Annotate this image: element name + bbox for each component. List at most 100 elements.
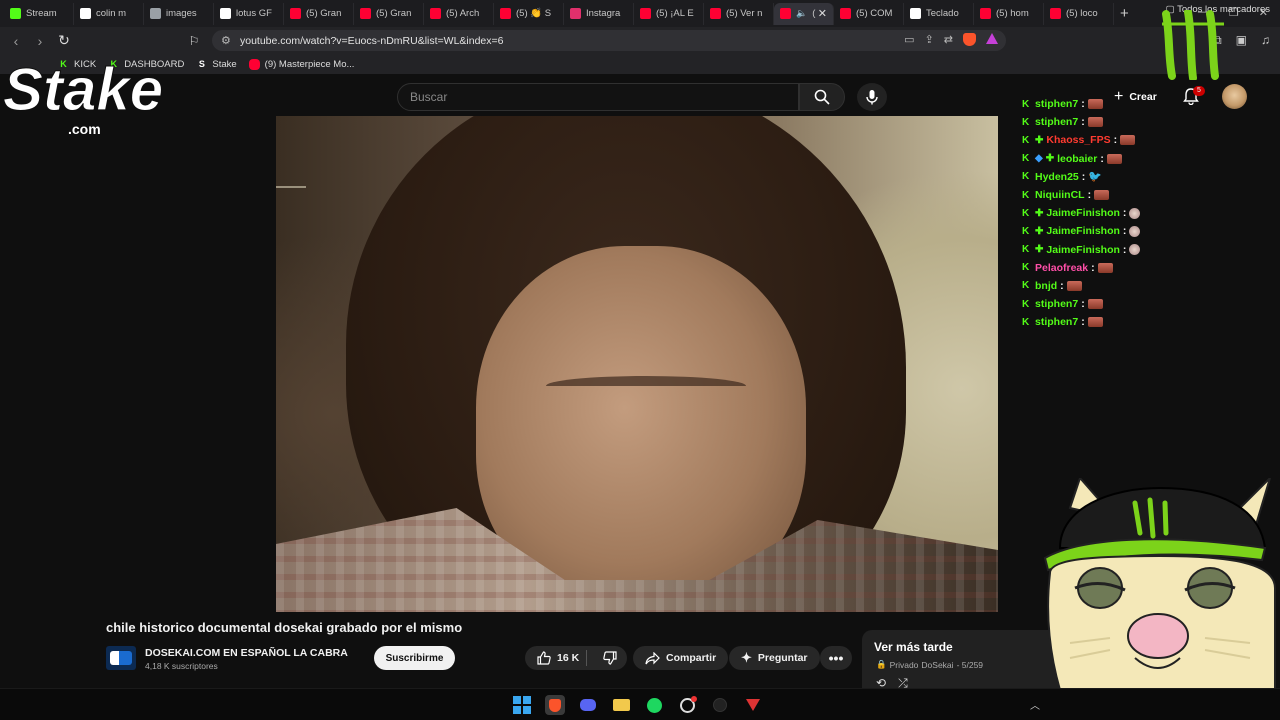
forward-icon[interactable]: › — [28, 33, 52, 49]
kick-icon: K — [1022, 153, 1030, 165]
subscriber-count: 4,18 K suscriptores — [145, 661, 218, 671]
chat-emote-icon — [1087, 117, 1103, 128]
playlist-title[interactable]: Ver más tarde — [874, 640, 953, 654]
brave-shields-icon[interactable] — [963, 33, 976, 46]
chat-separator: : — [1081, 98, 1085, 111]
chat-emote-icon — [1129, 244, 1141, 256]
media-icon[interactable]: ♫ — [1261, 33, 1270, 48]
chat-username: stiphen7 — [1035, 98, 1079, 111]
video-frame-face — [476, 246, 806, 606]
browser-tab[interactable]: Instagra — [564, 2, 634, 25]
stake-logo-text: Stake — [3, 56, 163, 123]
browser-tab[interactable]: (5) Arch — [424, 2, 494, 25]
playlist-owner: DoSekai — [921, 659, 954, 670]
browser-tab[interactable]: (5) Gran — [354, 2, 424, 25]
translate-icon[interactable]: ⇄ — [944, 33, 953, 46]
search-button[interactable] — [799, 83, 845, 111]
chat-message: K NiquiinCL: — [1022, 186, 1182, 204]
tab-label: (5) ¡AL E — [656, 8, 694, 19]
url-field[interactable]: ⚙ youtube.com/watch?v=Euocs-nDmRU&list=W… — [212, 30, 1006, 51]
browser-tab[interactable]: (5) Ver n — [704, 2, 774, 25]
chat-emote-icon — [1129, 207, 1141, 219]
speaker-icon[interactable]: 🔈 — [796, 8, 807, 19]
reload-icon[interactable]: ↻ — [52, 32, 76, 49]
app-icon[interactable] — [710, 695, 730, 715]
browser-tab[interactable]: Stream — [4, 2, 74, 25]
kick-icon: K — [1022, 280, 1030, 292]
share-page-icon[interactable]: ⇪ — [925, 33, 934, 46]
video-frame-edge — [276, 186, 306, 188]
brave-rewards-icon[interactable] — [986, 33, 998, 44]
browser-tab[interactable]: (5) hom — [974, 2, 1044, 25]
close-tab-icon[interactable]: ✕ — [818, 7, 827, 20]
dislike-button[interactable] — [593, 651, 627, 665]
tiktok-icon — [910, 8, 921, 19]
new-tab-icon[interactable]: + — [1120, 5, 1129, 22]
browser-tab[interactable]: Teclado — [904, 2, 974, 25]
more-actions-button[interactable]: ••• — [820, 646, 852, 670]
site-settings-icon[interactable]: ⚙ — [221, 34, 231, 47]
browser-tab[interactable]: images — [144, 2, 214, 25]
chat-separator: : — [1081, 316, 1085, 329]
tab-strip: Stream colin m images lotus GF (5) Gran (5) G… — [0, 0, 1280, 27]
kick-icon: K — [1022, 316, 1030, 328]
browser-tab[interactable]: (5) loco — [1044, 2, 1114, 25]
instagram-icon — [570, 8, 581, 19]
tab-label: colin m — [96, 8, 127, 19]
youtube-icon — [640, 8, 651, 19]
spotify-icon[interactable] — [644, 695, 664, 715]
ask-button[interactable]: ✦ Preguntar — [729, 646, 820, 670]
video-player[interactable] — [276, 116, 998, 612]
chat-username: JaimeFinishon — [1046, 207, 1120, 220]
system-tray-chevron-icon[interactable]: ︿ — [1030, 697, 1040, 712]
browser-tab[interactable]: (5) Gran — [284, 2, 354, 25]
bookmark-item[interactable]: (9) Masterpiece Mo... — [248, 58, 354, 70]
browser-tab[interactable]: (5) COM — [834, 2, 904, 25]
voice-search-button[interactable] — [857, 83, 887, 111]
back-icon[interactable]: ‹ — [4, 33, 28, 49]
channel-avatar[interactable] — [106, 646, 136, 670]
lock-icon: 🔒 — [876, 659, 887, 669]
thumbs-down-icon — [603, 651, 617, 665]
youtube-icon — [248, 58, 260, 70]
chat-username: Pelaofreak — [1035, 261, 1089, 274]
screenshot-icon[interactable]: ▣ — [1236, 33, 1247, 48]
browser-tab[interactable]: lotus GF — [214, 2, 284, 25]
file-explorer-icon[interactable] — [611, 695, 631, 715]
bookmark-page-icon[interactable]: ⚐ — [182, 34, 206, 48]
browser-tab[interactable]: colin m — [74, 2, 144, 25]
discord-icon[interactable] — [578, 695, 598, 715]
tab-label: lotus GF — [236, 8, 272, 19]
youtube-icon — [500, 8, 511, 19]
youtube-icon — [1050, 8, 1061, 19]
chat-message: Kbnjd: — [1022, 277, 1182, 295]
sparkle-badge-icon: ✚ — [1035, 225, 1044, 237]
app-red-icon[interactable] — [743, 695, 763, 715]
kick-icon: K — [1022, 298, 1030, 310]
chat-separator: : — [1122, 225, 1127, 238]
youtube-icon — [360, 8, 371, 19]
tab-label: Instagra — [586, 8, 621, 19]
chat-separator: : — [1113, 134, 1118, 147]
browser-tab[interactable]: (5) ¡AL E — [634, 2, 704, 25]
monster-logo-icon — [1162, 10, 1224, 80]
channel-name[interactable]: DOSEKAI.COM EN ESPAÑOL LA CABRA — [145, 647, 348, 659]
tab-label: (5) loco — [1066, 8, 1098, 19]
windows-start-icon[interactable] — [512, 695, 532, 715]
share-button[interactable]: Compartir — [633, 646, 729, 670]
avatar[interactable] — [1222, 84, 1247, 109]
thumbs-up-icon — [537, 651, 551, 665]
brave-browser-icon[interactable] — [545, 695, 565, 715]
search-icon — [814, 89, 830, 105]
browser-tab[interactable]: (5) 👏 S — [494, 2, 564, 25]
chrome-icon[interactable] — [677, 695, 697, 715]
cast-icon[interactable]: ▭ — [904, 33, 914, 46]
chat-emote-icon — [1094, 190, 1110, 201]
browser-tab[interactable]: 🔈 (✕ — [774, 2, 834, 25]
subscribe-button[interactable]: Suscribirme — [374, 646, 455, 670]
search-input[interactable]: Buscar — [397, 83, 799, 111]
chat-separator: : — [1087, 189, 1092, 202]
bookmark-item[interactable]: S Stake — [196, 59, 237, 70]
like-button[interactable]: 16 K — [525, 650, 588, 666]
chat-username: stiphen7 — [1035, 116, 1079, 129]
